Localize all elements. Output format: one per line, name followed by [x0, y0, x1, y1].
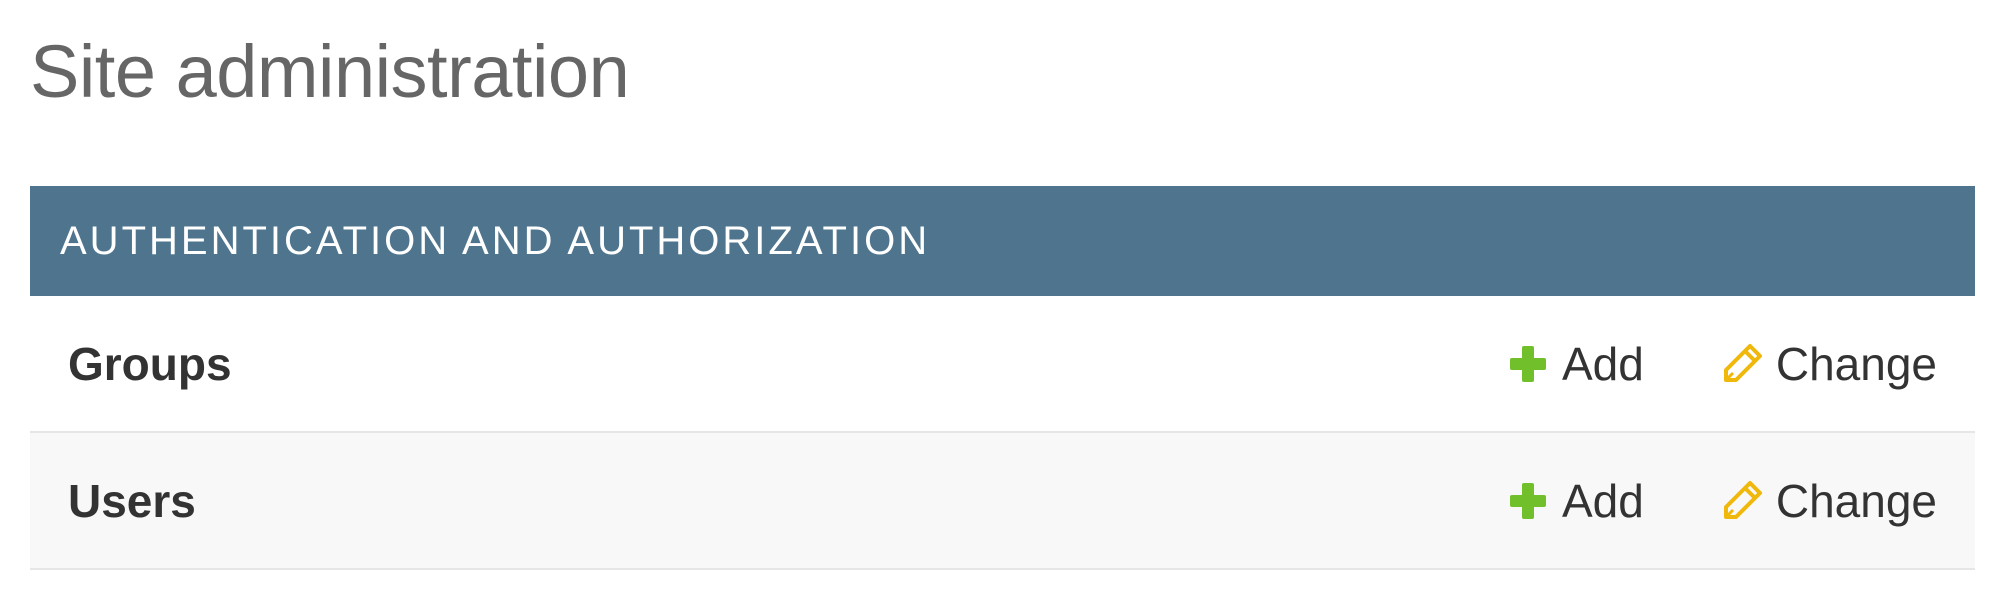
pencil-icon [1720, 342, 1764, 386]
pencil-icon [1720, 479, 1764, 523]
table-row-users: Users Add Change [30, 433, 1975, 570]
change-groups-button[interactable]: Change [1720, 337, 1937, 391]
model-link-users[interactable]: Users [68, 474, 1506, 528]
module-caption: AUTHENTICATION AND AUTHORIZATION [30, 186, 1975, 296]
change-label: Change [1775, 337, 1937, 390]
change-label: Change [1775, 474, 1937, 527]
table-row-groups: Groups Add Change [30, 296, 1975, 433]
change-users-button[interactable]: Change [1720, 474, 1937, 528]
page-title: Site administration [30, 30, 630, 113]
add-label: Add [1562, 337, 1644, 390]
plus-icon [1506, 342, 1550, 386]
model-link-groups[interactable]: Groups [68, 337, 1506, 391]
plus-icon [1506, 479, 1550, 523]
module-caption-link[interactable]: AUTHENTICATION AND AUTHORIZATION [60, 219, 930, 264]
auth-module: AUTHENTICATION AND AUTHORIZATION Groups … [30, 186, 1975, 570]
add-label: Add [1562, 474, 1644, 527]
page: Site administration AUTHENTICATION AND A… [0, 0, 2000, 606]
add-groups-button[interactable]: Add [1506, 337, 1644, 391]
add-users-button[interactable]: Add [1506, 474, 1644, 528]
